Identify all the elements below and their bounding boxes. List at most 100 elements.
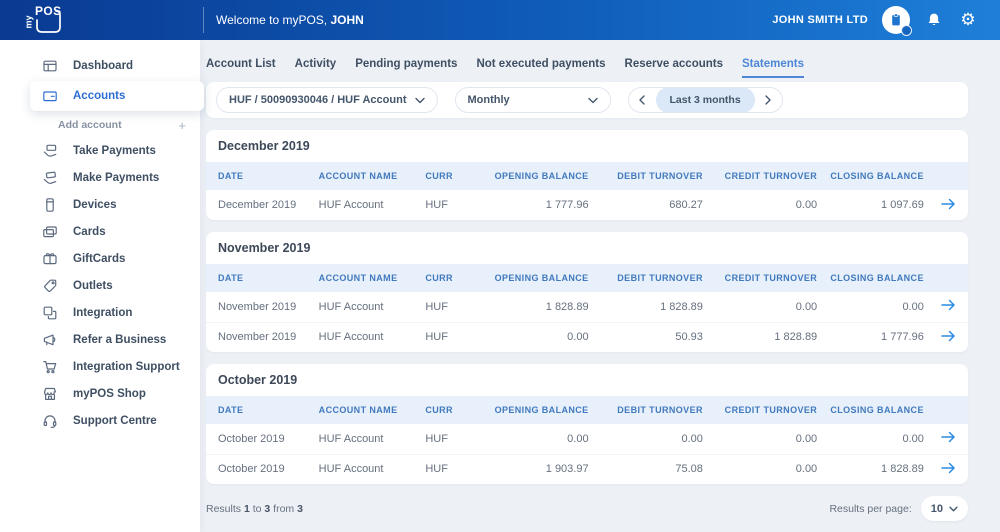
date-range-control: Last 3 months <box>628 87 783 113</box>
devices-icon <box>42 197 58 213</box>
cell: 75.08 <box>595 454 709 484</box>
column-header: CREDIT TURNOVER <box>709 264 823 292</box>
cell: 1 903.97 <box>480 454 594 484</box>
row-detail-arrow[interactable] <box>940 329 957 343</box>
notifications-button[interactable] <box>924 10 944 30</box>
column-header: DEBIT TURNOVER <box>595 264 709 292</box>
sidebar-item-label: GiftCards <box>73 253 125 265</box>
statement-row: December 2019HUF AccountHUF1 777.96680.2… <box>206 190 968 220</box>
tab-account-list[interactable]: Account List <box>206 58 276 78</box>
row-detail-arrow[interactable] <box>940 461 957 475</box>
take-payments-icon <box>42 143 58 159</box>
column-header: CLOSING BALANCE <box>823 264 930 292</box>
cell: 1 777.96 <box>480 190 594 220</box>
outlets-icon <box>42 278 58 294</box>
cell: HUF Account <box>313 292 420 322</box>
cell: 1 828.89 <box>823 454 930 484</box>
arrow-right-icon <box>940 461 957 475</box>
cell: 1 097.69 <box>823 190 930 220</box>
cell: 50.93 <box>595 322 709 352</box>
tab-not-executed-payments[interactable]: Not executed payments <box>476 58 605 78</box>
cell: HUF <box>419 322 480 352</box>
bell-icon <box>926 12 942 28</box>
column-header: CREDIT TURNOVER <box>709 162 823 190</box>
sidebar-item-label: Accounts <box>73 90 125 102</box>
account-avatar[interactable] <box>882 6 910 34</box>
statement-section-november-2019: November 2019DATEACCOUNT NAMECURROPENING… <box>206 232 968 352</box>
sidebar-item-integration[interactable]: Integration <box>0 299 200 326</box>
sidebar-item-label: Integration <box>73 307 132 319</box>
sidebar-item-label: Outlets <box>73 280 113 292</box>
logo-text-my: my <box>24 15 34 28</box>
statement-row: October 2019HUF AccountHUF1 903.9775.080… <box>206 454 968 484</box>
mypos-logo[interactable]: POS my <box>26 3 66 37</box>
column-header: CLOSING BALANCE <box>823 162 930 190</box>
cell: 0.00 <box>709 454 823 484</box>
sidebar-item-make-payments[interactable]: Make Payments <box>0 164 200 191</box>
chevron-down-icon <box>588 97 598 104</box>
statement-table: DATEACCOUNT NAMECURROPENING BALANCEDEBIT… <box>206 396 968 484</box>
cell: 0.00 <box>709 292 823 322</box>
statement-table: DATEACCOUNT NAMECURROPENING BALANCEDEBIT… <box>206 264 968 352</box>
column-header: DEBIT TURNOVER <box>595 396 709 424</box>
sidebar-item-label: Support Centre <box>73 415 157 427</box>
sidebar-item-label: Cards <box>73 226 106 238</box>
settings-button[interactable]: ⚙ <box>958 10 978 30</box>
tab-statements[interactable]: Statements <box>742 58 804 78</box>
cell: HUF Account <box>313 424 420 454</box>
row-detail-arrow[interactable] <box>940 298 957 312</box>
sidebar-item-refer-a-business[interactable]: Refer a Business <box>0 326 200 353</box>
giftcards-icon <box>42 251 58 267</box>
support-icon <box>42 413 58 429</box>
sidebar-item-outlets[interactable]: Outlets <box>0 272 200 299</box>
sidebar-item-cards[interactable]: Cards <box>0 218 200 245</box>
range-label: Last 3 months <box>656 87 755 113</box>
statement-row: November 2019HUF AccountHUF0.0050.931 82… <box>206 322 968 352</box>
column-header: CLOSING BALANCE <box>823 396 930 424</box>
tab-pending-payments[interactable]: Pending payments <box>355 58 457 78</box>
sidebar-item-devices[interactable]: Devices <box>0 191 200 218</box>
sidebar-item-mypos-shop[interactable]: myPOS Shop <box>0 380 200 407</box>
sidebar-item-take-payments[interactable]: Take Payments <box>0 137 200 164</box>
row-detail-arrow[interactable] <box>940 197 957 211</box>
accounts-icon <box>42 88 58 104</box>
statement-section-october-2019: October 2019DATEACCOUNT NAMECURROPENING … <box>206 364 968 484</box>
range-prev-button[interactable] <box>629 88 656 112</box>
period-select[interactable]: Monthly <box>455 87 611 113</box>
per-page-label: Results per page: <box>829 503 911 515</box>
sidebar-item-label: Make Payments <box>73 172 159 184</box>
column-header: CURR <box>419 162 480 190</box>
column-header: DATE <box>206 396 313 424</box>
arrow-right-icon <box>940 197 957 211</box>
column-header: DEBIT TURNOVER <box>595 162 709 190</box>
integration-support-icon <box>42 359 58 375</box>
tab-reserve-accounts[interactable]: Reserve accounts <box>625 58 723 78</box>
row-detail-arrow[interactable] <box>940 430 957 444</box>
welcome-text: Welcome to myPOS, JOHN <box>216 13 364 27</box>
gear-icon: ⚙ <box>960 12 975 29</box>
shop-icon <box>42 386 58 402</box>
make-payments-icon <box>42 170 58 186</box>
range-next-button[interactable] <box>755 88 782 112</box>
sidebar: Dashboard Accounts Add account+Take Paymen… <box>0 40 200 532</box>
column-header: DATE <box>206 264 313 292</box>
tab-activity[interactable]: Activity <box>295 58 337 78</box>
sidebar-item-giftcards[interactable]: GiftCards <box>0 245 200 272</box>
cell: 1 777.96 <box>823 322 930 352</box>
topbar-divider <box>203 7 204 33</box>
sidebar-item-dashboard[interactable]: Dashboard <box>0 52 200 79</box>
plus-icon: + <box>178 118 186 133</box>
sidebar-item-support-centre[interactable]: Support Centre <box>0 407 200 434</box>
cell: HUF Account <box>313 454 420 484</box>
sidebar-item-add-account[interactable]: Add account+ <box>0 113 200 137</box>
cell: HUF <box>419 454 480 484</box>
arrow-right-icon <box>940 298 957 312</box>
sidebar-item-integration-support[interactable]: Integration Support <box>0 353 200 380</box>
cards-icon <box>42 224 58 240</box>
sidebar-item-accounts[interactable]: Accounts <box>30 81 204 111</box>
results-footer: Results 1 to 3 from 3 Results per page: … <box>206 496 968 521</box>
cell: HUF <box>419 190 480 220</box>
column-header: OPENING BALANCE <box>480 396 594 424</box>
account-select[interactable]: HUF / 50090930046 / HUF Account <box>216 87 438 113</box>
per-page-select[interactable]: 10 <box>921 496 968 521</box>
